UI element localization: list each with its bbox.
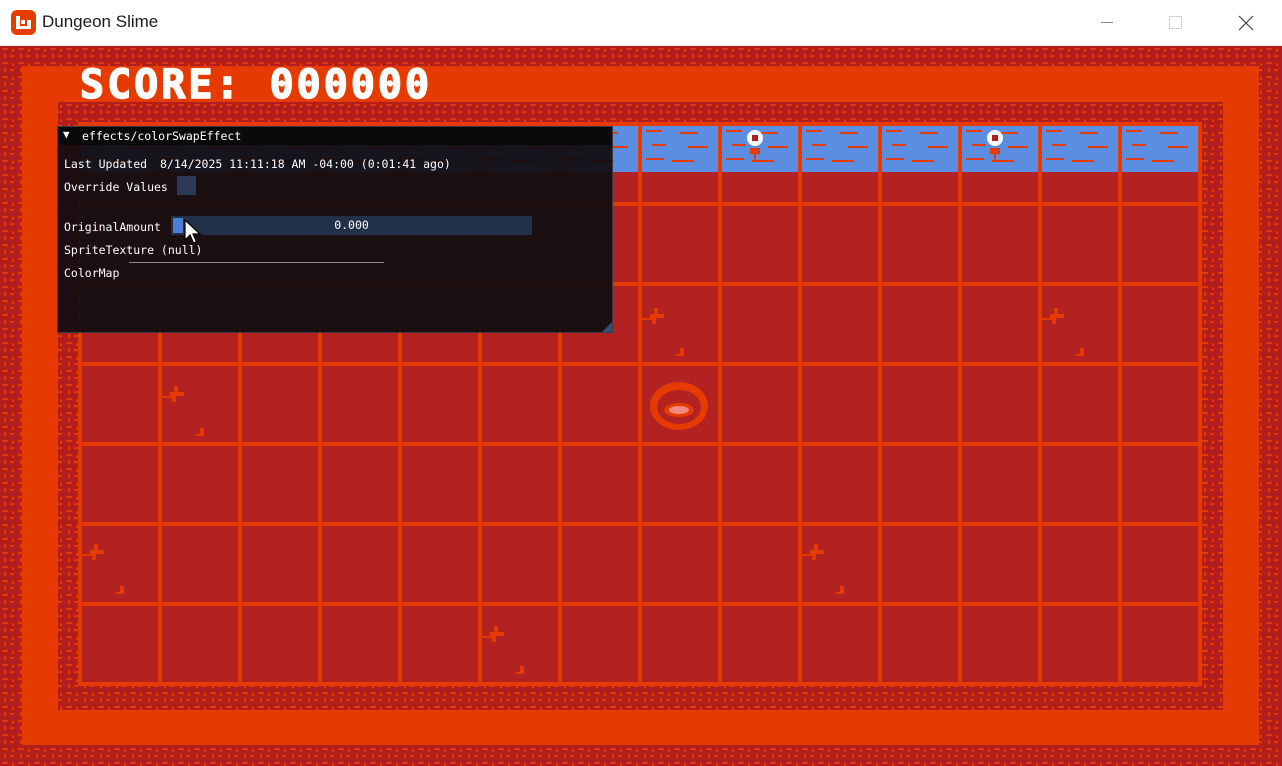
water-ripple xyxy=(726,158,744,160)
water-ripple xyxy=(1160,132,1178,134)
maximize-button[interactable] xyxy=(1152,0,1198,45)
grid-line xyxy=(78,602,1202,606)
water-ripple xyxy=(1046,158,1064,160)
water-ripple xyxy=(1132,144,1146,146)
water-ripple xyxy=(1080,132,1098,134)
original-amount-label: OriginalAmount xyxy=(64,220,161,234)
water-ripple xyxy=(1072,160,1094,162)
last-updated-label: Last Updated xyxy=(64,157,148,171)
water-ripple xyxy=(1008,146,1028,148)
grid-line xyxy=(78,522,1202,526)
water-ripple xyxy=(1000,132,1018,134)
water-ripple xyxy=(972,144,986,146)
debug-panel-titlebar[interactable]: ▼ effects/colorSwapEffect xyxy=(58,127,612,145)
water-ripple xyxy=(912,160,934,162)
water-ripple xyxy=(848,146,868,148)
water-ripple xyxy=(1088,146,1108,148)
water-ripple xyxy=(768,146,788,148)
minimize-icon xyxy=(1101,22,1113,23)
water-ripple xyxy=(646,158,664,160)
sprite-texture-label: SpriteTexture (null) xyxy=(64,243,203,257)
triangle-down-icon[interactable]: ▼ xyxy=(63,128,70,141)
water-ripple xyxy=(886,130,902,132)
water-ripple xyxy=(652,144,666,146)
water-ripple xyxy=(732,144,746,146)
water-ripple xyxy=(920,132,938,134)
grid-line xyxy=(78,442,1202,446)
grid-line xyxy=(1118,122,1122,686)
window-title: Dungeon Slime xyxy=(42,12,159,31)
color-map-label: ColorMap xyxy=(64,266,120,280)
original-amount-slider[interactable]: 0.000 xyxy=(171,216,532,235)
water-ripple xyxy=(672,160,694,162)
water-ripple xyxy=(688,146,708,148)
water-ripple xyxy=(832,160,854,162)
water-ripple xyxy=(646,130,662,132)
window-titlebar[interactable]: Dungeon Slime xyxy=(0,0,1282,46)
slime-sprite xyxy=(650,382,708,430)
water-ripple xyxy=(680,132,698,134)
water-ripple xyxy=(966,158,984,160)
debug-panel-title: effects/colorSwapEffect xyxy=(82,129,242,143)
close-button[interactable] xyxy=(1222,0,1268,45)
water-ripple xyxy=(892,144,906,146)
water-ripple xyxy=(760,132,778,134)
last-updated-value: 8/14/2025 11:11:18 AM -04:00 (0:01:41 ag… xyxy=(160,157,451,171)
water-ripple xyxy=(1052,144,1066,146)
water-ripple xyxy=(992,160,1014,162)
water-ripple xyxy=(806,158,824,160)
grid-line xyxy=(798,122,802,686)
water-ripple xyxy=(886,158,904,160)
resize-grip[interactable] xyxy=(602,322,612,332)
mouse-cursor-icon xyxy=(184,219,202,244)
texture-separator xyxy=(129,262,384,263)
grid-line xyxy=(78,682,1202,686)
grid-line xyxy=(78,362,1202,366)
score-text: SCORE: 000000 xyxy=(80,62,432,108)
close-icon xyxy=(1238,15,1254,31)
maximize-icon xyxy=(1169,16,1182,29)
minimize-button[interactable] xyxy=(1084,0,1130,45)
water-ripple xyxy=(806,130,822,132)
grid-line xyxy=(958,122,962,686)
water-ripple xyxy=(966,130,982,132)
water-ripple xyxy=(1152,160,1174,162)
water-ripple xyxy=(812,144,826,146)
grid-line xyxy=(878,122,882,686)
original-amount-value: 0.000 xyxy=(334,218,369,232)
monogame-logo-icon xyxy=(11,10,36,35)
override-values-label: Override Values xyxy=(64,180,168,194)
water-ripple xyxy=(928,146,948,148)
water-ripple xyxy=(726,130,742,132)
water-ripple xyxy=(1126,158,1144,160)
grid-line xyxy=(1038,122,1042,686)
water-ripple xyxy=(752,160,774,162)
grid-line xyxy=(1198,122,1202,686)
override-values-checkbox[interactable] xyxy=(177,176,196,195)
water-ripple xyxy=(840,132,858,134)
water-ripple xyxy=(1126,130,1142,132)
grid-line xyxy=(718,122,722,686)
water-ripple xyxy=(1046,130,1062,132)
debug-panel[interactable]: ▼ effects/colorSwapEffect Last Updated 8… xyxy=(57,126,613,333)
grid-line xyxy=(638,122,642,686)
water-ripple xyxy=(1168,146,1188,148)
